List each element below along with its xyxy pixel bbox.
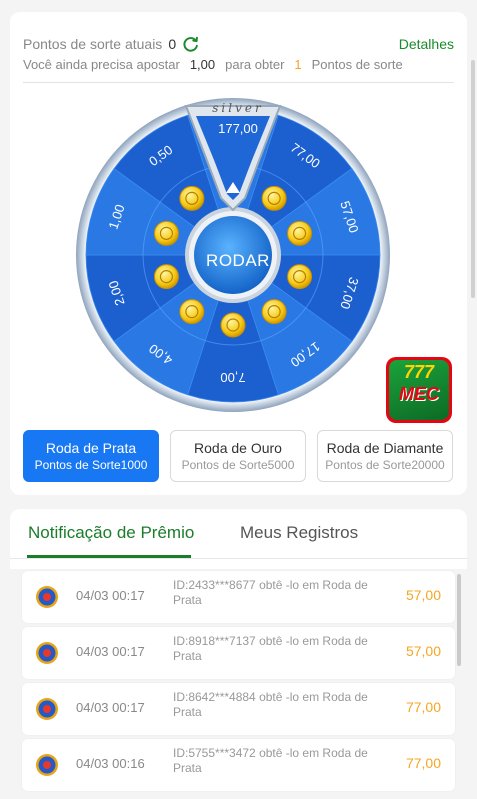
list-item: 04/03 00:17 ID:2433***8677 obtê -lo em R… [22, 571, 455, 623]
list-item: 04/03 00:17 ID:8918***7137 obtê -lo em R… [22, 627, 455, 679]
coin-icon [220, 312, 246, 338]
tab-my-records[interactable]: Meus Registros [240, 523, 358, 543]
history-tabs: Notificação de Prêmio Meus Registros [10, 509, 467, 559]
notification-text: ID:2433***8677 obtê -lo em Roda de Prata [173, 578, 368, 607]
coin-icon [179, 299, 205, 325]
requirement-count: 1 [294, 56, 302, 72]
tab-subtitle: Pontos de Sorte5000 [181, 458, 295, 472]
notification-date: 04/03 00:17 [76, 700, 145, 715]
list-scrollbar[interactable] [457, 574, 461, 666]
points-label: Pontos de sorte atuais [23, 36, 163, 52]
notification-date: 04/03 00:17 [76, 644, 145, 659]
tab-title: Roda de Diamante [326, 440, 444, 456]
lucky-wheel-page: Pontos de sorte atuais 0 Detalhes Você a… [0, 0, 477, 799]
requirement-suffix: Pontos de sorte [311, 56, 403, 72]
coin-icon [261, 299, 287, 325]
list-item: 04/03 00:16 ID:5755***3472 obtê -lo em R… [22, 739, 455, 791]
notification-date: 04/03 00:16 [76, 756, 145, 771]
details-link[interactable]: Detalhes [399, 36, 454, 52]
coin-icon [261, 185, 287, 211]
wheel-prize-icon [36, 754, 58, 776]
points-value: 0 [168, 36, 177, 52]
page-scrollbar[interactable] [471, 60, 475, 298]
coin-icon [153, 264, 179, 290]
bet-requirement-row: Você ainda precisa apostar 1,00 para obt… [23, 54, 454, 74]
tab-silver-wheel[interactable]: Roda de Prata Pontos de Sorte1000 [23, 430, 159, 482]
notification-text: ID:5755***3472 obtê -lo em Roda de Prata [173, 746, 368, 775]
history-card: Notificação de Prêmio Meus Registros 04/… [10, 509, 467, 799]
tab-diamond-wheel[interactable]: Roda de Diamante Pontos de Sorte20000 [317, 430, 453, 482]
notification-amount: 77,00 [405, 699, 441, 715]
divider [23, 82, 454, 83]
notification-amount: 57,00 [405, 587, 441, 603]
active-tab-indicator [27, 555, 191, 558]
logo-text: MEC [399, 384, 439, 404]
tab-title: Roda de Ouro [194, 440, 282, 456]
list-item: 04/03 00:17 ID:8642***4884 obtê -lo em R… [22, 683, 455, 735]
requirement-prefix: Você ainda precisa apostar [23, 56, 180, 72]
points-row: Pontos de sorte atuais 0 Detalhes [23, 32, 454, 56]
refresh-icon[interactable] [182, 35, 200, 53]
wheel-prize-icon [36, 586, 58, 608]
tab-prize-notifications[interactable]: Notificação de Prêmio [28, 523, 194, 543]
wheel-tier-label: silver [212, 101, 264, 115]
notification-text: ID:8918***7137 obtê -lo em Roda de Prata [173, 634, 368, 663]
notification-date: 04/03 00:17 [76, 588, 145, 603]
notification-amount: 77,00 [405, 755, 441, 771]
coin-icon [153, 220, 179, 246]
wheel-segment-value: 7,00 [220, 370, 246, 385]
tab-subtitle: Pontos de Sorte20000 [325, 458, 445, 472]
requirement-middle: para obter [225, 56, 285, 72]
notification-amount: 57,00 [405, 643, 441, 659]
notification-text: ID:8642***4884 obtê -lo em Roda de Prata [173, 690, 368, 719]
tab-title: Roda de Prata [45, 440, 137, 456]
wheel-prize-icon [36, 642, 58, 664]
mec-777-logo: 777 MEC [386, 357, 452, 423]
tab-subtitle: Pontos de Sorte1000 [34, 458, 148, 472]
logo-digits: 777 [403, 362, 435, 382]
spin-button[interactable]: RODAR [180, 239, 296, 283]
requirement-amount: 1,00 [189, 56, 216, 72]
tab-gold-wheel[interactable]: Roda de Ouro Pontos de Sorte5000 [170, 430, 306, 482]
coin-icon [179, 185, 205, 211]
wheel-segment-top: 177,00 [218, 121, 258, 136]
wheel-type-selector: Roda de Prata Pontos de Sorte1000 Roda d… [23, 430, 453, 482]
wheel-prize-icon [36, 698, 58, 720]
